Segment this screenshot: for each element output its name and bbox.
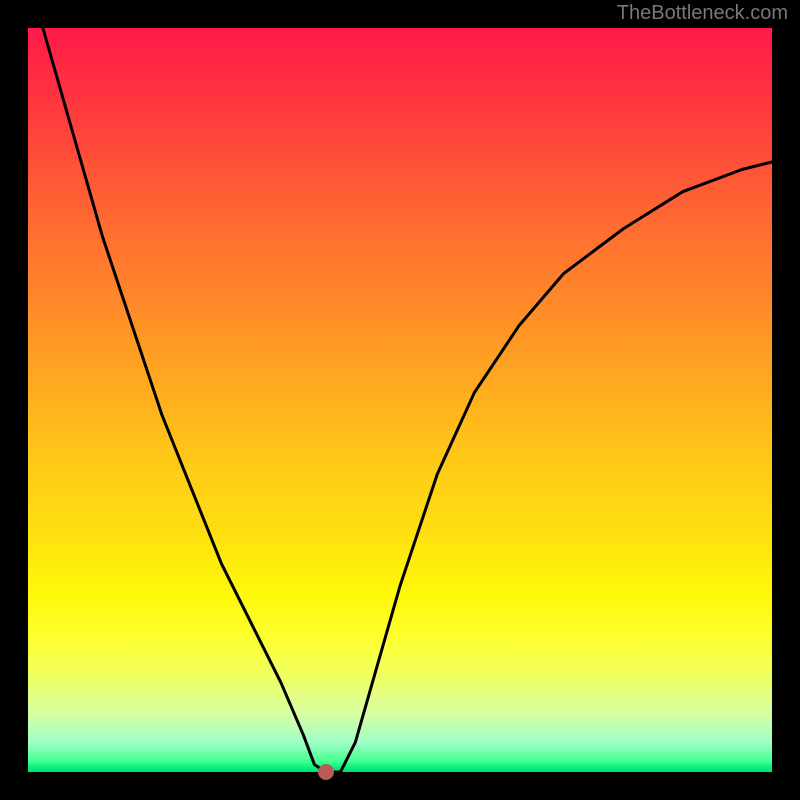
chart-container: TheBottleneck.com [0,0,800,800]
attribution-text: TheBottleneck.com [617,2,788,25]
bottleneck-curve-line [28,28,772,772]
optimal-point-marker [318,764,334,780]
bottleneck-curve-svg [28,28,772,772]
plot-area [28,28,772,772]
